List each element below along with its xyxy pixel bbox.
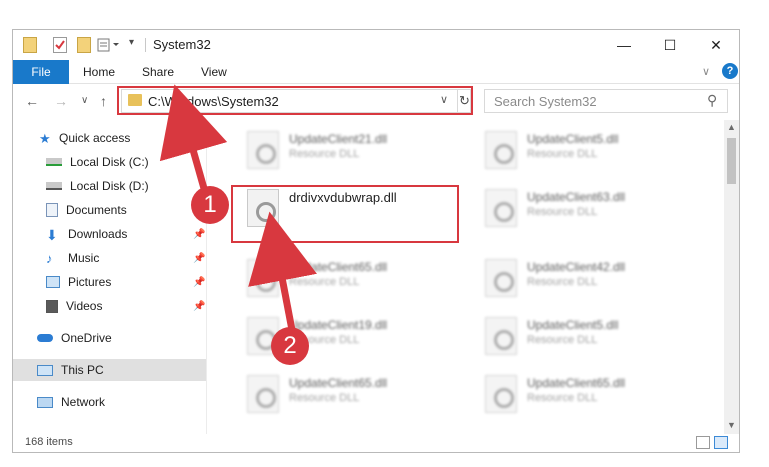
annotation-arrows <box>159 84 317 331</box>
arrow-to-file <box>248 211 317 331</box>
arrow-to-address <box>159 84 228 193</box>
step-2-badge: 2 <box>271 327 309 365</box>
step-1-badge: 1 <box>191 186 229 224</box>
